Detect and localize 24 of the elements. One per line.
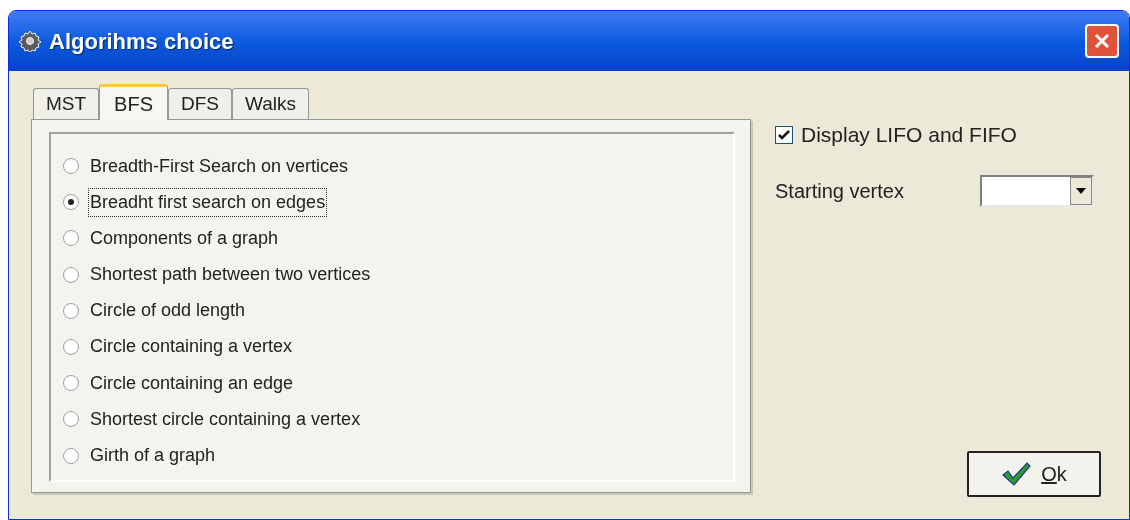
starting-vertex-label: Starting vertex xyxy=(775,178,905,204)
checkmark-icon xyxy=(1001,461,1032,487)
tab[interactable]: MST xyxy=(33,88,100,119)
radio-option[interactable]: Circle containing a vertex xyxy=(63,334,733,359)
close-button[interactable] xyxy=(1085,24,1119,58)
tab[interactable]: BFS xyxy=(99,84,168,120)
close-icon xyxy=(1093,32,1111,50)
starting-vertex-dropdown[interactable] xyxy=(980,174,1094,207)
tab[interactable]: Walks xyxy=(232,88,310,119)
checkmark-icon xyxy=(778,128,790,141)
radio-option[interactable]: Circle containing an edge xyxy=(63,371,733,396)
display-lifo-fifo-checkbox[interactable]: Display LIFO and FIFO xyxy=(775,119,1101,151)
radio-option[interactable]: Components of a graph xyxy=(63,226,733,251)
dropdown-arrow-icon xyxy=(1076,187,1086,194)
radio-option[interactable]: Breadht first search on edges xyxy=(63,190,733,215)
radio-option[interactable]: Girth of a graph xyxy=(63,443,733,468)
gear-icon xyxy=(19,30,41,52)
radio-option[interactable]: Breadth-First Search on vertices xyxy=(63,154,733,178)
ok-button[interactable]: Ok xyxy=(967,451,1101,497)
window-title: Algorihms choice xyxy=(49,27,234,56)
tab[interactable]: DFS xyxy=(168,88,232,119)
radio-option[interactable]: Shortest path between two vertices xyxy=(63,262,733,287)
radio-option[interactable]: Shortest circle containing a vertex xyxy=(63,407,733,432)
radio-option[interactable]: Circle of odd length xyxy=(63,298,733,323)
